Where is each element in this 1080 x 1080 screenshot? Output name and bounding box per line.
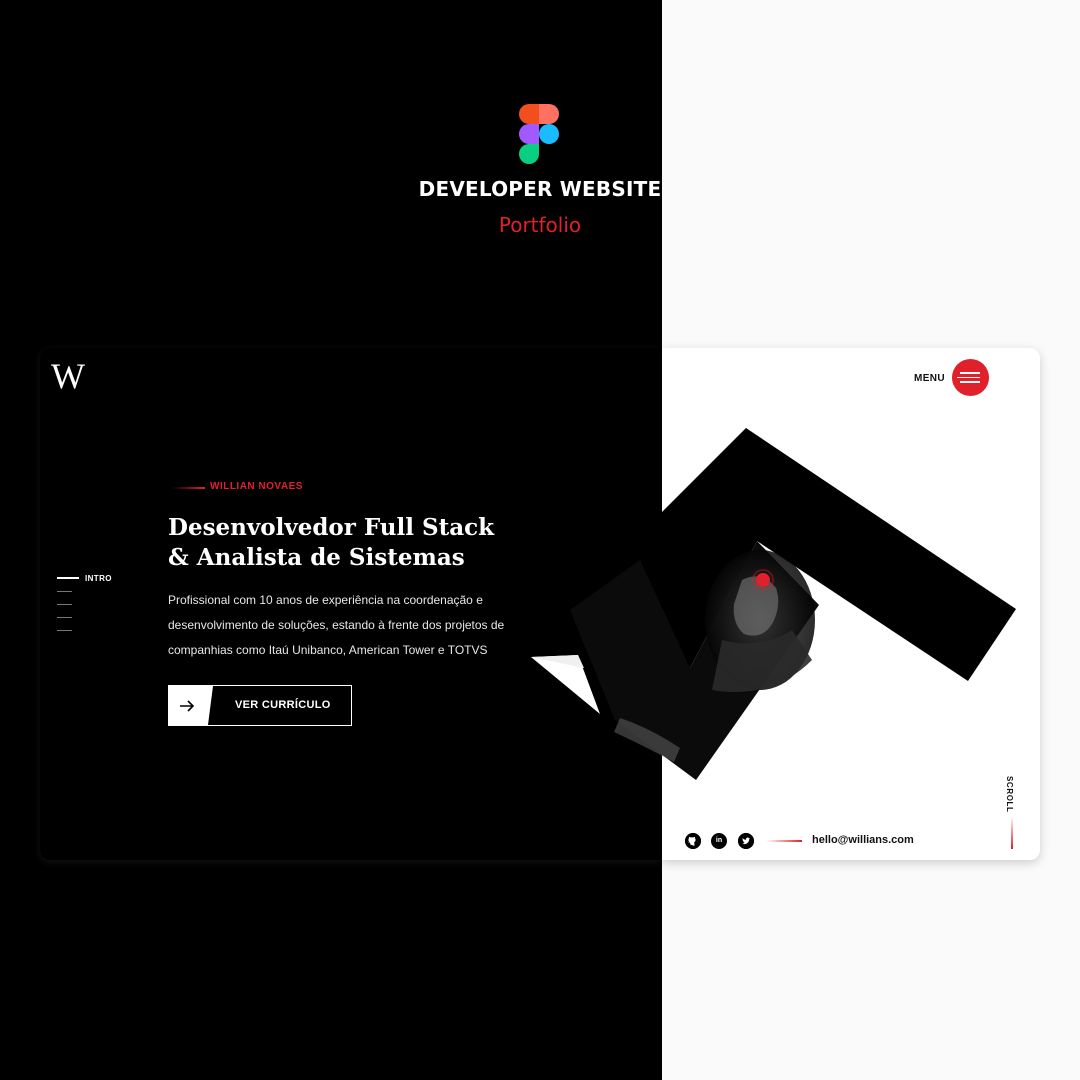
presentation-subtitle: Portfolio bbox=[498, 213, 582, 237]
nav-item[interactable] bbox=[57, 604, 72, 605]
headline-line: & Analista de Sistemas bbox=[168, 544, 465, 571]
site-logo[interactable]: W bbox=[51, 355, 85, 397]
view-resume-button[interactable]: VER CURRÍCULO bbox=[168, 685, 352, 726]
nav-item-intro[interactable]: INTRO bbox=[85, 574, 112, 583]
scroll-indicator-label: SCROLL bbox=[1005, 776, 1014, 813]
website-mockup-light-panel bbox=[662, 348, 1040, 860]
arrow-right-icon bbox=[169, 686, 213, 725]
nav-active-indicator[interactable] bbox=[57, 577, 79, 579]
nav-item[interactable] bbox=[57, 630, 72, 631]
github-icon[interactable] bbox=[685, 833, 701, 849]
presentation-title: DEVELOPER WEBSITE bbox=[418, 177, 662, 201]
twitter-icon[interactable] bbox=[738, 833, 754, 849]
hero-description: Profissional com 10 anos de experiência … bbox=[168, 588, 538, 663]
email-link[interactable]: hello@willians.com bbox=[812, 834, 914, 846]
description-line: companhias como Itaú Unibanco, American … bbox=[168, 643, 488, 657]
description-line: desenvolvimento de soluções, estando à f… bbox=[168, 618, 505, 632]
page-headline: Desenvolvedor Full Stack & Analista de S… bbox=[168, 513, 568, 573]
hamburger-icon bbox=[960, 372, 980, 374]
menu-label[interactable]: MENU bbox=[914, 373, 945, 384]
headline-line: Desenvolvedor Full Stack bbox=[168, 514, 495, 541]
linkedin-icon[interactable]: in bbox=[711, 833, 727, 849]
figma-icon bbox=[519, 104, 561, 164]
description-line: Profissional com 10 anos de experiência … bbox=[168, 593, 483, 607]
author-name: WILLIAN NOVAES bbox=[210, 481, 303, 492]
eyebrow-line bbox=[172, 487, 205, 489]
nav-item[interactable] bbox=[57, 617, 72, 618]
menu-button[interactable] bbox=[952, 359, 989, 396]
email-accent-line bbox=[766, 840, 802, 842]
scroll-indicator-line bbox=[1011, 816, 1013, 849]
nav-item[interactable] bbox=[57, 591, 72, 592]
view-resume-label: VER CURRÍCULO bbox=[235, 699, 331, 711]
